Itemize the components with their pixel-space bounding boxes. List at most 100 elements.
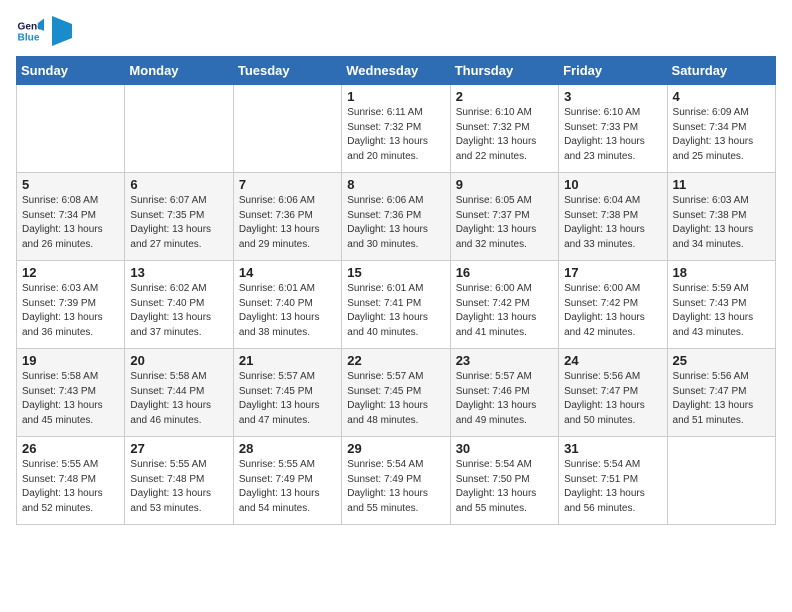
day-number: 4 [673,89,770,104]
day-number: 27 [130,441,227,456]
calendar-cell: 23 Sunrise: 5:57 AM Sunset: 7:46 PM Dayli… [450,349,558,437]
calendar-cell: 6 Sunrise: 6:07 AM Sunset: 7:35 PM Daylig… [125,173,233,261]
calendar-cell: 5Sunrise: 6:08 AM Sunset: 7:34 PM Daylig… [17,173,125,261]
day-number: 18 [673,265,770,280]
calendar-week-row: 12Sunrise: 6:03 AM Sunset: 7:39 PM Dayli… [17,261,776,349]
calendar-cell: 16 Sunrise: 6:00 AM Sunset: 7:42 PM Dayli… [450,261,558,349]
calendar-cell: 15Sunrise: 6:01 AM Sunset: 7:41 PM Dayli… [342,261,450,349]
calendar-cell: 21 Sunrise: 5:57 AM Sunset: 7:45 PM Dayli… [233,349,341,437]
calendar-cell: 25 Sunrise: 5:56 AM Sunset: 7:47 PM Dayli… [667,349,775,437]
day-info: Sunrise: 5:56 AM Sunset: 7:47 PM Dayligh… [673,370,770,428]
day-info: Sunrise: 5:54 AM Sunset: 7:49 PM Dayligh… [347,458,444,516]
day-number: 14 [239,265,336,280]
calendar-cell: 26 Sunrise: 5:55 AM Sunset: 7:48 PM Dayli… [17,437,125,525]
page-header: General Blue [16,16,776,46]
calendar-cell: 19 Sunrise: 5:58 AM Sunset: 7:43 PM Dayli… [17,349,125,437]
day-number: 19 [22,353,119,368]
day-info: Sunrise: 6:10 AM Sunset: 7:32 PM Dayligh… [456,106,553,164]
calendar-cell: 28 Sunrise: 5:55 AM Sunset: 7:49 PM Dayli… [233,437,341,525]
weekday-header-sunday: Sunday [17,57,125,85]
day-number: 1 [347,89,444,104]
calendar-cell: 17Sunrise: 6:00 AM Sunset: 7:42 PM Dayli… [559,261,667,349]
calendar-week-row: 5Sunrise: 6:08 AM Sunset: 7:34 PM Daylig… [17,173,776,261]
day-number: 20 [130,353,227,368]
weekday-header-thursday: Thursday [450,57,558,85]
day-info: Sunrise: 5:54 AM Sunset: 7:51 PM Dayligh… [564,458,661,516]
day-info: Sunrise: 5:55 AM Sunset: 7:49 PM Dayligh… [239,458,336,516]
calendar-cell: 22 Sunrise: 5:57 AM Sunset: 7:45 PM Dayli… [342,349,450,437]
day-info: Sunrise: 5:55 AM Sunset: 7:48 PM Dayligh… [22,458,119,516]
day-info: Sunrise: 6:03 AM Sunset: 7:38 PM Dayligh… [673,194,770,252]
weekday-header-monday: Monday [125,57,233,85]
day-info: Sunrise: 6:11 AM Sunset: 7:32 PM Dayligh… [347,106,444,164]
day-number: 21 [239,353,336,368]
calendar-cell: 12Sunrise: 6:03 AM Sunset: 7:39 PM Dayli… [17,261,125,349]
calendar-cell [667,437,775,525]
calendar-cell: 24 Sunrise: 5:56 AM Sunset: 7:47 PM Dayli… [559,349,667,437]
day-info: Sunrise: 5:57 AM Sunset: 7:45 PM Dayligh… [347,370,444,428]
day-number: 3 [564,89,661,104]
calendar-table: SundayMondayTuesdayWednesdayThursdayFrid… [16,56,776,525]
calendar-cell: 20Sunrise: 5:58 AM Sunset: 7:44 PM Dayli… [125,349,233,437]
day-number: 28 [239,441,336,456]
day-info: Sunrise: 6:09 AM Sunset: 7:34 PM Dayligh… [673,106,770,164]
day-number: 2 [456,89,553,104]
day-info: Sunrise: 5:54 AM Sunset: 7:50 PM Dayligh… [456,458,553,516]
calendar-cell: 4 Sunrise: 6:09 AM Sunset: 7:34 PM Daylig… [667,85,775,173]
weekday-header-saturday: Saturday [667,57,775,85]
day-info: Sunrise: 6:00 AM Sunset: 7:42 PM Dayligh… [456,282,553,340]
calendar-cell [125,85,233,173]
day-number: 23 [456,353,553,368]
calendar-week-row: 26 Sunrise: 5:55 AM Sunset: 7:48 PM Dayli… [17,437,776,525]
day-number: 13 [130,265,227,280]
weekday-header-tuesday: Tuesday [233,57,341,85]
logo-icon: General Blue [16,17,44,45]
calendar-cell: 31 Sunrise: 5:54 AM Sunset: 7:51 PM Dayli… [559,437,667,525]
weekday-header-friday: Friday [559,57,667,85]
day-info: Sunrise: 5:57 AM Sunset: 7:46 PM Dayligh… [456,370,553,428]
day-number: 6 [130,177,227,192]
calendar-cell: 9 Sunrise: 6:05 AM Sunset: 7:37 PM Daylig… [450,173,558,261]
day-info: Sunrise: 5:59 AM Sunset: 7:43 PM Dayligh… [673,282,770,340]
day-info: Sunrise: 6:06 AM Sunset: 7:36 PM Dayligh… [239,194,336,252]
calendar-cell: 8Sunrise: 6:06 AM Sunset: 7:36 PM Daylig… [342,173,450,261]
calendar-cell: 1 Sunrise: 6:11 AM Sunset: 7:32 PM Daylig… [342,85,450,173]
day-number: 31 [564,441,661,456]
day-info: Sunrise: 6:03 AM Sunset: 7:39 PM Dayligh… [22,282,119,340]
day-number: 17 [564,265,661,280]
calendar-cell: 13 Sunrise: 6:02 AM Sunset: 7:40 PM Dayli… [125,261,233,349]
calendar-header-row: SundayMondayTuesdayWednesdayThursdayFrid… [17,57,776,85]
calendar-week-row: 1 Sunrise: 6:11 AM Sunset: 7:32 PM Daylig… [17,85,776,173]
day-number: 9 [456,177,553,192]
day-info: Sunrise: 6:10 AM Sunset: 7:33 PM Dayligh… [564,106,661,164]
day-number: 16 [456,265,553,280]
calendar-cell [233,85,341,173]
day-number: 25 [673,353,770,368]
day-info: Sunrise: 6:07 AM Sunset: 7:35 PM Dayligh… [130,194,227,252]
calendar-cell: 2 Sunrise: 6:10 AM Sunset: 7:32 PM Daylig… [450,85,558,173]
calendar-cell: 14Sunrise: 6:01 AM Sunset: 7:40 PM Dayli… [233,261,341,349]
calendar-cell: 7 Sunrise: 6:06 AM Sunset: 7:36 PM Daylig… [233,173,341,261]
day-info: Sunrise: 5:57 AM Sunset: 7:45 PM Dayligh… [239,370,336,428]
day-number: 15 [347,265,444,280]
day-info: Sunrise: 5:56 AM Sunset: 7:47 PM Dayligh… [564,370,661,428]
day-number: 30 [456,441,553,456]
calendar-cell: 11 Sunrise: 6:03 AM Sunset: 7:38 PM Dayli… [667,173,775,261]
day-info: Sunrise: 6:05 AM Sunset: 7:37 PM Dayligh… [456,194,553,252]
day-number: 22 [347,353,444,368]
day-number: 26 [22,441,119,456]
day-info: Sunrise: 5:58 AM Sunset: 7:43 PM Dayligh… [22,370,119,428]
day-number: 11 [673,177,770,192]
logo: General Blue [16,16,72,46]
day-info: Sunrise: 6:06 AM Sunset: 7:36 PM Dayligh… [347,194,444,252]
calendar-cell: 27 Sunrise: 5:55 AM Sunset: 7:48 PM Dayli… [125,437,233,525]
day-number: 24 [564,353,661,368]
day-number: 7 [239,177,336,192]
calendar-cell: 10Sunrise: 6:04 AM Sunset: 7:38 PM Dayli… [559,173,667,261]
calendar-cell: 18 Sunrise: 5:59 AM Sunset: 7:43 PM Dayli… [667,261,775,349]
day-info: Sunrise: 5:55 AM Sunset: 7:48 PM Dayligh… [130,458,227,516]
calendar-week-row: 19 Sunrise: 5:58 AM Sunset: 7:43 PM Dayli… [17,349,776,437]
day-number: 5 [22,177,119,192]
day-number: 10 [564,177,661,192]
day-info: Sunrise: 6:02 AM Sunset: 7:40 PM Dayligh… [130,282,227,340]
